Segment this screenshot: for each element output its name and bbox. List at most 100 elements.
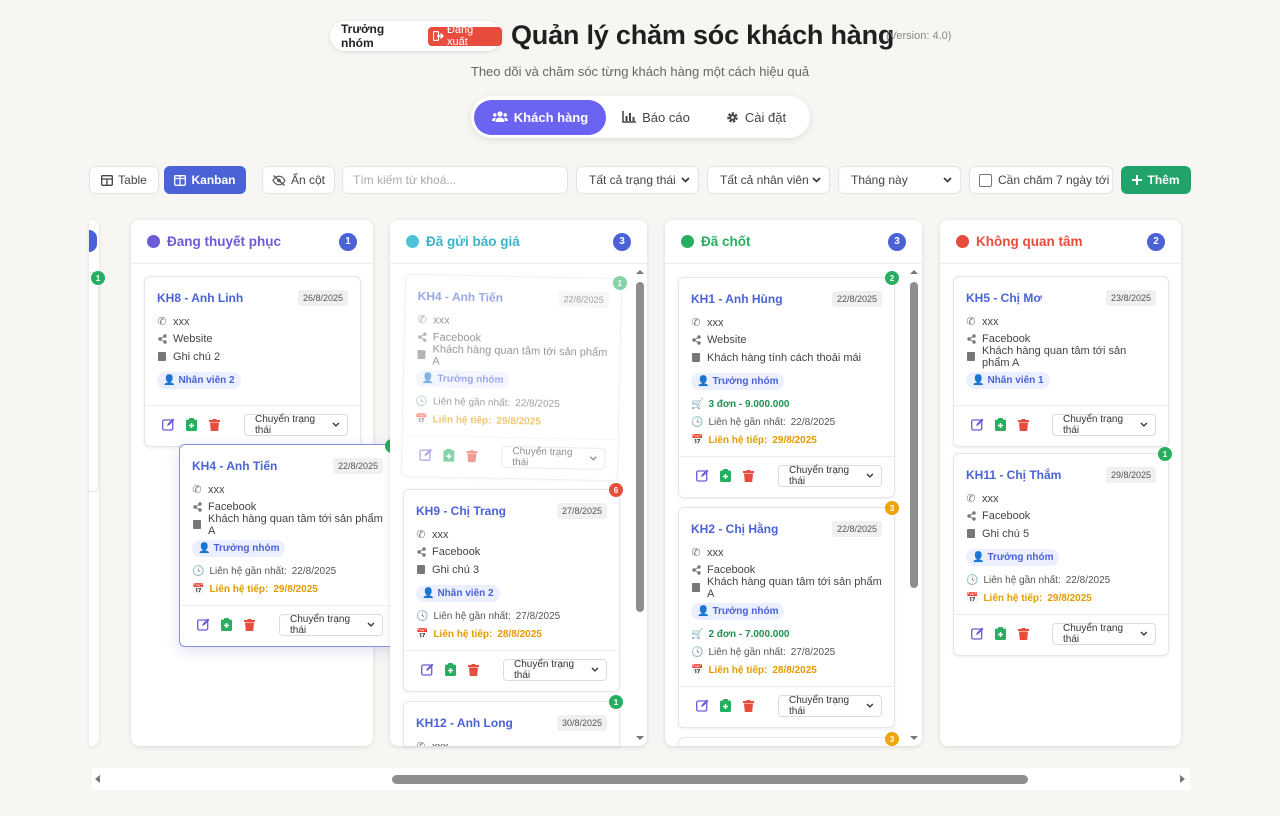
last-contact-date: 22/8/2025 bbox=[515, 398, 560, 411]
scroll-right-arrow-icon[interactable] bbox=[1178, 774, 1186, 784]
card-date: 22/8/2025 bbox=[831, 291, 882, 307]
card-phone: xxx bbox=[173, 315, 190, 328]
table-view-button[interactable]: Table bbox=[89, 166, 159, 194]
tab-customers[interactable]: Khách hàng bbox=[474, 99, 606, 135]
staff-tag: 👤 Nhân viên 2 bbox=[416, 584, 500, 602]
customer-card[interactable]: KH11 - Chị Thắm 29/8/2025 ✆ xxx Facebook G… bbox=[953, 453, 1169, 656]
chevron-down-icon bbox=[681, 177, 690, 183]
chart-icon bbox=[622, 111, 637, 123]
kanban-icon bbox=[174, 174, 187, 186]
edit-icon[interactable] bbox=[970, 418, 984, 432]
staff-name: Trưởng nhóm bbox=[712, 605, 779, 617]
card-orders: 3 đơn - 9.000.000 bbox=[708, 399, 790, 410]
phone-icon: ✆ bbox=[417, 314, 427, 327]
column-dot bbox=[681, 235, 694, 248]
trash-icon[interactable] bbox=[207, 418, 221, 432]
period-filter-select[interactable]: Tháng này bbox=[838, 166, 961, 194]
next-contact-label: Liên hệ tiếp: bbox=[708, 435, 768, 446]
customer-card[interactable]: KH12 - Anh Long 30/8/2025 ✆ xxx bbox=[403, 701, 620, 746]
chevron-down-icon bbox=[943, 177, 952, 183]
card-badge: 2 bbox=[885, 271, 899, 285]
clock-icon: 🕓 bbox=[691, 417, 704, 428]
clipboard-add-icon[interactable] bbox=[184, 418, 198, 432]
card-date: 27/8/2025 bbox=[556, 503, 607, 519]
clipboard-add-icon[interactable] bbox=[993, 418, 1007, 432]
hide-columns-button[interactable]: Ẩn cột bbox=[262, 166, 335, 194]
kanban-view-button[interactable]: Kanban bbox=[164, 166, 246, 194]
trash-icon[interactable] bbox=[242, 618, 256, 632]
edit-icon[interactable] bbox=[695, 469, 709, 483]
trash-icon[interactable] bbox=[741, 699, 755, 713]
move-status-label: Chuyển trạng thái bbox=[255, 413, 316, 436]
card-note: Ghi chú 5 bbox=[982, 527, 1030, 540]
scroll-thumb[interactable] bbox=[910, 282, 918, 588]
clipboard-add-icon[interactable] bbox=[219, 618, 233, 632]
trash-icon[interactable] bbox=[466, 663, 480, 677]
clipboard-add-icon[interactable] bbox=[993, 627, 1007, 641]
share-icon bbox=[416, 547, 426, 557]
need-care-checkbox[interactable]: Cần chăm 7 ngày tới bbox=[969, 166, 1113, 194]
calendar-icon: 📅 bbox=[691, 435, 704, 446]
note-icon bbox=[157, 352, 167, 362]
move-status-select[interactable]: Chuyển trạng thái bbox=[778, 694, 882, 717]
customer-card[interactable]: KH8 - Anh Linh 26/8/2025 ✆ xxx Website Ghi… bbox=[144, 276, 361, 447]
edit-icon[interactable] bbox=[161, 418, 175, 432]
clipboard-add-icon[interactable] bbox=[718, 699, 732, 713]
eye-slash-icon bbox=[272, 174, 286, 186]
card-source: Website bbox=[707, 334, 747, 347]
customer-card[interactable]: KH1 - Anh Hùng 22/8/2025 ✆ xxx Website Khá… bbox=[678, 277, 895, 498]
staff-tag: 👤 Nhân viên 1 bbox=[966, 371, 1050, 389]
move-status-select[interactable]: Chuyển trạng thái bbox=[778, 464, 882, 487]
need-care-label: Cần chăm 7 ngày tới bbox=[998, 173, 1110, 187]
scroll-left-arrow-icon[interactable] bbox=[94, 774, 102, 784]
trash-icon[interactable] bbox=[741, 469, 755, 483]
column-scrollbar[interactable] bbox=[634, 266, 646, 744]
customer-card[interactable]: KH5 - Chị Mơ 23/8/2025 ✆ xxx Facebook Khác… bbox=[953, 276, 1169, 447]
move-status-select[interactable]: Chuyển trạng thái bbox=[244, 413, 348, 436]
customer-card-dragging[interactable]: KH4 - Anh Tiến 22/8/2025 ✆ xxx Facebook Kh… bbox=[179, 444, 396, 647]
add-button[interactable]: Thêm bbox=[1121, 166, 1191, 194]
scroll-thumb[interactable] bbox=[392, 775, 1028, 784]
trash-icon[interactable] bbox=[1016, 418, 1030, 432]
checkbox[interactable] bbox=[979, 173, 992, 187]
card-note: Khách hàng tính cách thoải mái bbox=[707, 351, 862, 364]
edit-icon[interactable] bbox=[695, 699, 709, 713]
card-badge: 1 bbox=[609, 695, 623, 709]
user-icon: 👤 bbox=[972, 374, 985, 386]
customer-card[interactable]: KH2 - Chị Hằng 22/8/2025 ✆ xxx Facebook Kh… bbox=[678, 507, 895, 728]
customer-card[interactable]: KH9 - Chị Trang 27/8/2025 ✆ xxx Facebook G… bbox=[403, 489, 620, 692]
period-filter-value: Tháng này bbox=[851, 173, 908, 187]
edit-icon[interactable] bbox=[970, 627, 984, 641]
clipboard-add-icon[interactable] bbox=[443, 663, 457, 677]
search-input[interactable]: Tìm kiếm từ khoá... bbox=[342, 166, 568, 194]
logout-button[interactable]: Đăng xuất bbox=[428, 24, 502, 48]
clipboard-add-icon[interactable] bbox=[718, 469, 732, 483]
card-date: 22/8/2025 bbox=[831, 521, 882, 537]
trash-icon[interactable] bbox=[1016, 627, 1030, 641]
column-title: Đã chốt bbox=[701, 234, 751, 249]
status-filter-select[interactable]: Tất cả trạng thái bbox=[576, 166, 699, 194]
last-contact-date: 22/8/2025 bbox=[790, 417, 836, 428]
clock-icon: 🕓 bbox=[415, 395, 429, 408]
card-phone: xxx bbox=[707, 316, 724, 329]
tab-reports[interactable]: Báo cáo bbox=[606, 100, 706, 135]
note-icon bbox=[966, 529, 976, 539]
scroll-thumb[interactable] bbox=[636, 282, 644, 612]
move-status-select[interactable]: Chuyển trạng thái bbox=[1052, 413, 1156, 436]
edit-icon[interactable] bbox=[420, 663, 434, 677]
card-name: KH4 - Anh Tiến bbox=[417, 289, 504, 305]
page-title: Quản lý chăm sóc khách hàng bbox=[511, 20, 895, 50]
share-icon bbox=[691, 565, 701, 575]
tab-settings[interactable]: Cài đặt bbox=[706, 100, 806, 135]
customer-card-partial[interactable] bbox=[678, 737, 895, 746]
calendar-icon: 📅 bbox=[414, 413, 428, 426]
move-status-select[interactable]: Chuyển trạng thái bbox=[279, 613, 383, 636]
move-status-select[interactable]: Chuyển trạng thái bbox=[1052, 622, 1156, 645]
move-status-select[interactable]: Chuyển trạng thái bbox=[503, 658, 607, 681]
column-title: Đã gửi báo giá bbox=[426, 234, 520, 249]
card-name: KH11 - Chị Thắm bbox=[966, 468, 1062, 482]
edit-icon[interactable] bbox=[196, 618, 210, 632]
column-scrollbar[interactable] bbox=[908, 266, 920, 744]
role-label: Trưởng nhóm bbox=[341, 22, 385, 50]
staff-filter-select[interactable]: Tất cả nhân viên bbox=[707, 166, 830, 194]
